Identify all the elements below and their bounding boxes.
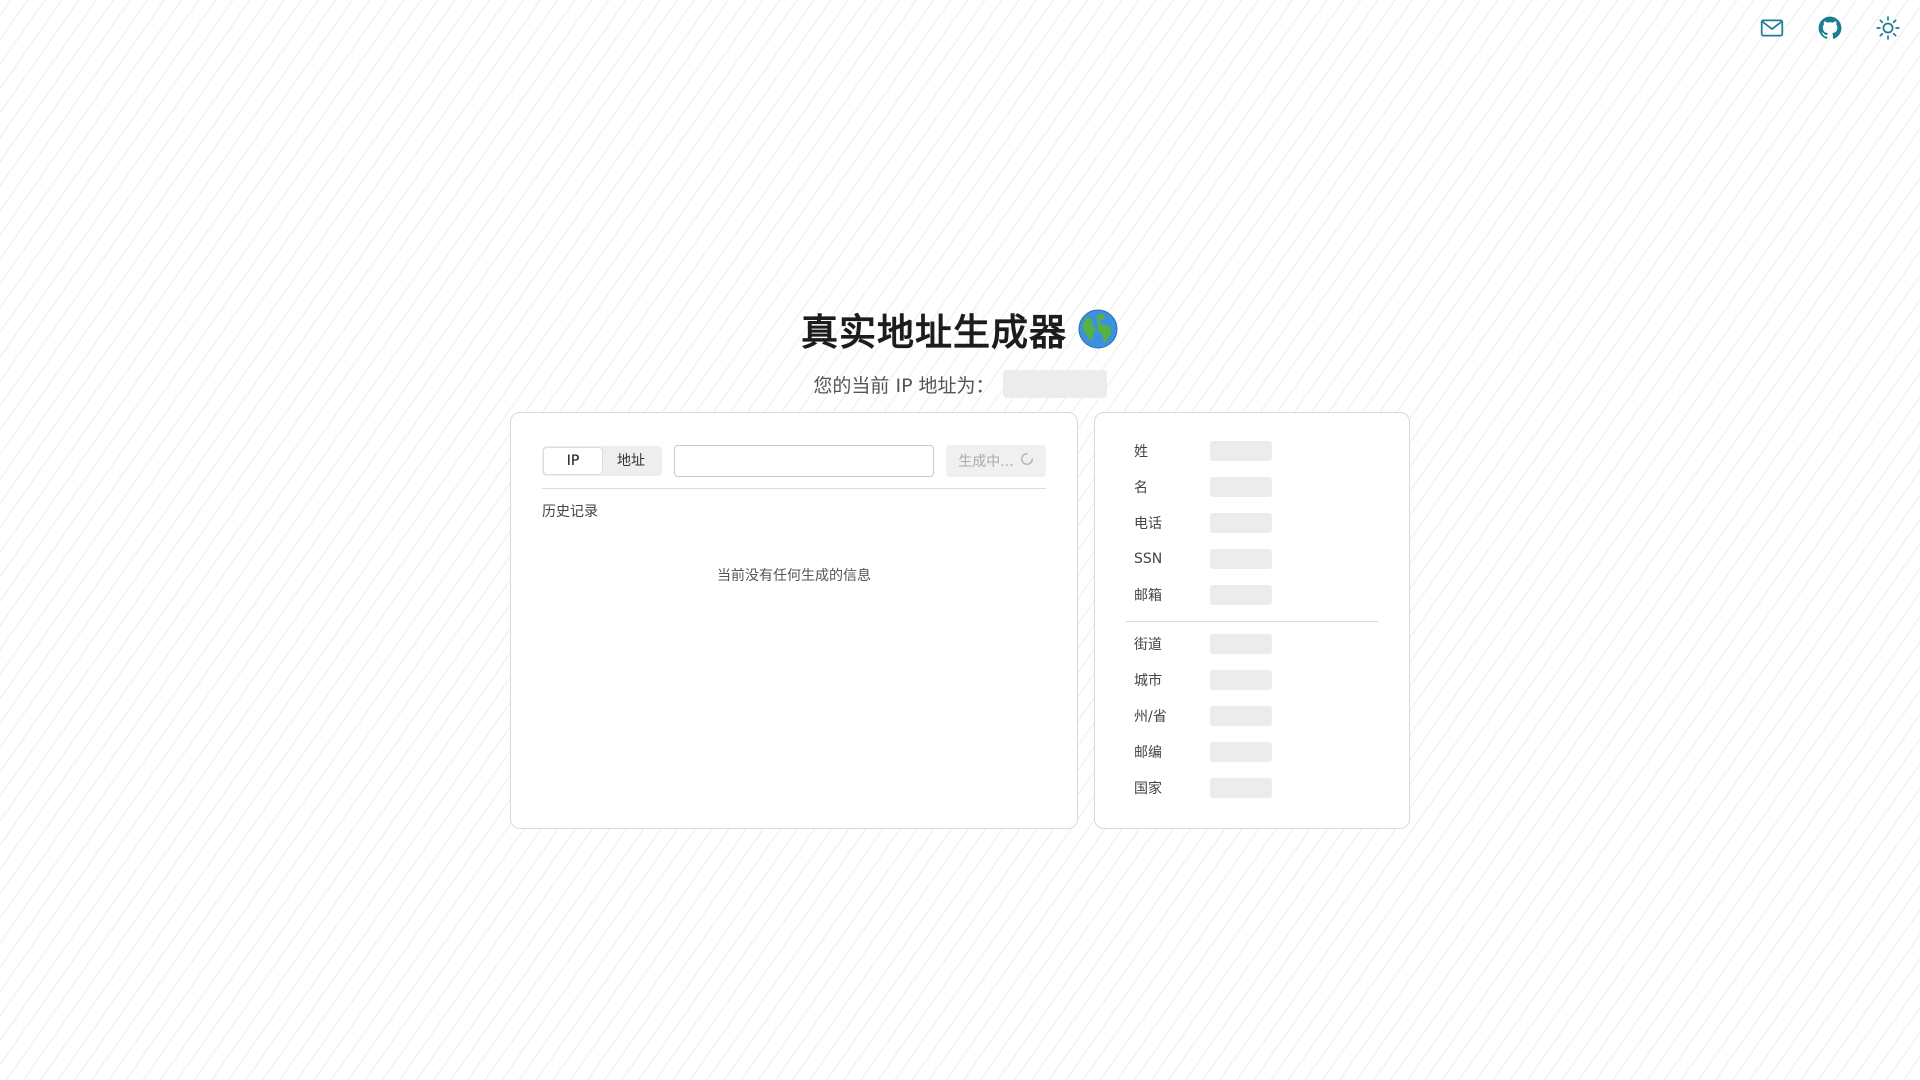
info-label: 电话 xyxy=(1134,516,1162,532)
info-value-placeholder xyxy=(1210,742,1272,762)
info-label: 城市 xyxy=(1134,673,1162,689)
info-row-state: 州/省 xyxy=(1126,698,1378,734)
ip-line: 您的当前 IP 地址为： xyxy=(0,370,1920,398)
generate-button[interactable]: 生成中... xyxy=(946,445,1046,477)
sun-icon[interactable] xyxy=(1874,14,1902,42)
history-empty-message: 当前没有任何生成的信息 xyxy=(717,568,871,584)
info-value-placeholder xyxy=(1210,585,1272,605)
info-row-first-name: 名 xyxy=(1126,469,1378,505)
info-label: 名 xyxy=(1134,480,1148,496)
page-title-text: 真实地址生成器 xyxy=(801,311,1067,354)
ip-label: 您的当前 IP 地址为： xyxy=(813,374,995,397)
info-value-placeholder xyxy=(1210,778,1272,798)
info-label: 街道 xyxy=(1134,637,1162,653)
personal-info-list: 姓 名 电话 SSN 邮箱 xyxy=(1126,433,1378,613)
info-label: 邮编 xyxy=(1134,745,1162,761)
mail-icon[interactable] xyxy=(1758,14,1786,42)
info-row-street: 街道 xyxy=(1126,626,1378,662)
info-value-placeholder xyxy=(1210,706,1272,726)
top-toolbar xyxy=(1758,14,1902,42)
divider xyxy=(1126,621,1378,622)
info-label: 国家 xyxy=(1134,781,1162,797)
generate-button-label: 生成中... xyxy=(958,454,1014,470)
info-row-city: 城市 xyxy=(1126,662,1378,698)
info-row-country: 国家 xyxy=(1126,770,1378,806)
globe-icon xyxy=(1077,308,1119,350)
spinner-icon xyxy=(1020,452,1034,470)
github-icon[interactable] xyxy=(1816,14,1844,42)
info-label: 邮箱 xyxy=(1134,588,1162,604)
info-row-zip: 邮编 xyxy=(1126,734,1378,770)
ip-value-placeholder xyxy=(1002,370,1107,398)
info-value-placeholder xyxy=(1210,477,1272,497)
ip-input[interactable] xyxy=(674,445,934,477)
info-value-placeholder xyxy=(1210,634,1272,654)
info-value-placeholder xyxy=(1210,513,1272,533)
info-value-placeholder xyxy=(1210,549,1272,569)
mode-switch: IP 地址 xyxy=(542,446,662,476)
info-value-placeholder xyxy=(1210,670,1272,690)
generator-card: IP 地址 生成中... 历史记录 当前没有任何生成的信息 xyxy=(510,412,1078,829)
info-value-placeholder xyxy=(1210,441,1272,461)
tab-address[interactable]: 地址 xyxy=(602,448,660,474)
page-title: 真实地址生成器 xyxy=(801,302,1119,356)
info-row-last-name: 姓 xyxy=(1126,433,1378,469)
generator-toolbar: IP 地址 生成中... xyxy=(542,444,1046,489)
hero: 真实地址生成器 您的当前 IP 地址为： xyxy=(0,302,1920,398)
info-row-ssn: SSN xyxy=(1126,541,1378,577)
info-label: 姓 xyxy=(1134,444,1148,460)
tab-ip[interactable]: IP xyxy=(544,448,602,474)
info-row-phone: 电话 xyxy=(1126,505,1378,541)
history-label: 历史记录 xyxy=(542,504,598,520)
details-card: 姓 名 电话 SSN 邮箱 街道 城市 州/省 邮编 国家 xyxy=(1094,412,1410,829)
info-row-email: 邮箱 xyxy=(1126,577,1378,613)
address-info-list: 街道 城市 州/省 邮编 国家 xyxy=(1126,626,1378,806)
info-label: SSN xyxy=(1134,551,1163,567)
info-label: 州/省 xyxy=(1134,709,1167,725)
